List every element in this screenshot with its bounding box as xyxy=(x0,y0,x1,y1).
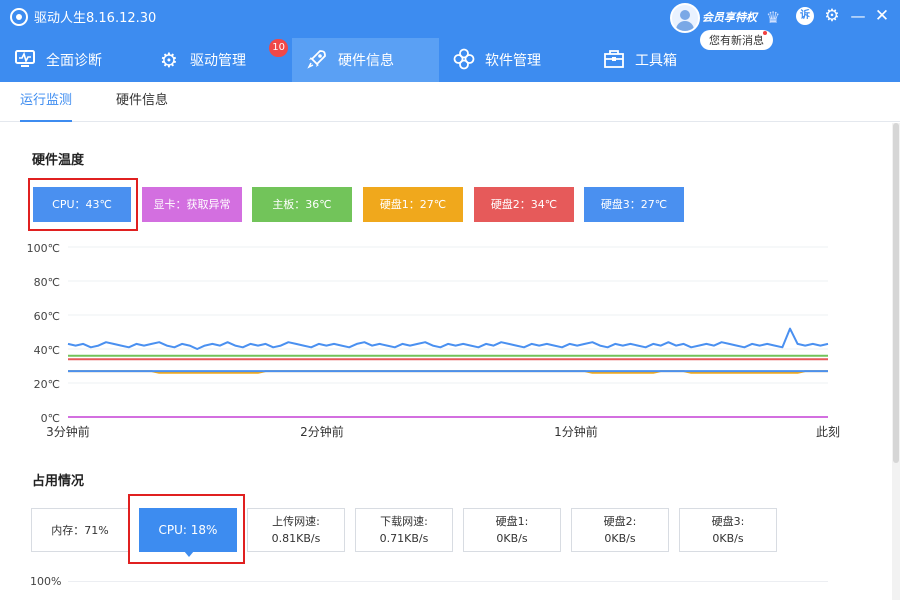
y-tick-label: 40℃ xyxy=(34,344,60,357)
crown-icon: ♛ xyxy=(766,8,781,27)
app-logo-icon xyxy=(10,7,28,26)
close-button[interactable]: ✕ xyxy=(872,6,892,26)
tab-hardware-info[interactable]: 硬件信息 xyxy=(116,82,168,122)
main-nav: 全面诊断 ⚙ 驱动管理 10 硬件信息 软件管理 工具箱 xyxy=(0,38,729,82)
nav-item-toolbox[interactable]: 工具箱 xyxy=(589,38,729,82)
usage-box-value: 0KB/s xyxy=(496,532,528,545)
app-title-text: 驱动人生8.16.12.30 xyxy=(34,11,157,26)
temp-chip-motherboard[interactable]: 主板：36℃ xyxy=(252,187,352,222)
update-count-badge: 10 xyxy=(269,39,288,57)
cpu-temp-highlight-box xyxy=(28,178,138,231)
usage-box-memory[interactable]: 内存：71% xyxy=(31,508,129,552)
sub-tabs: 运行监测 硬件信息 xyxy=(0,82,900,122)
usage-box-label: 硬盘3: xyxy=(711,515,745,528)
nav-item-hardware-info[interactable]: 硬件信息 xyxy=(292,38,439,82)
minimize-button[interactable]: — xyxy=(848,6,868,26)
nav-label: 全面诊断 xyxy=(46,53,102,69)
usage-box-disk1[interactable]: 硬盘1: 0KB/s xyxy=(463,508,561,552)
settings-gear-icon[interactable]: ⚙ xyxy=(822,6,842,26)
usage-chart-gridline xyxy=(68,581,828,582)
nav-item-full-diagnosis[interactable]: 全面诊断 xyxy=(0,38,144,82)
nav-label: 硬件信息 xyxy=(338,53,394,69)
usage-box-download[interactable]: 下载网速: 0.71KB/s xyxy=(355,508,453,552)
usage-section-title: 占用情况 xyxy=(32,474,85,489)
series-line-0 xyxy=(67,327,829,350)
y-tick-label: 0℃ xyxy=(41,412,60,425)
app-title: 驱动人生8.16.12.30 xyxy=(10,7,156,26)
complain-button[interactable]: 诉 xyxy=(796,7,814,25)
usage-box-value: 0.81KB/s xyxy=(271,532,321,545)
nav-item-driver-manage[interactable]: ⚙ 驱动管理 10 xyxy=(144,38,292,82)
usage-box-upload[interactable]: 上传网速: 0.81KB/s xyxy=(247,508,345,552)
x-tick-label: 此刻 xyxy=(816,425,840,439)
temp-chip-disk1[interactable]: 硬盘1：27℃ xyxy=(363,187,463,222)
x-tick-label: 1分钟前 xyxy=(554,424,598,439)
tab-runtime-monitor[interactable]: 运行监测 xyxy=(20,82,73,122)
usage-box-value: 0.71KB/s xyxy=(379,532,429,545)
rocket-icon xyxy=(306,48,328,73)
nav-label: 驱动管理 xyxy=(190,53,246,69)
usage-box-value: 0KB/s xyxy=(604,532,636,545)
gear-icon: ⚙ xyxy=(160,48,178,72)
temperature-chart: 100℃ 80℃ 60℃ 40℃ 20℃ 0℃ 3分钟前 2分钟前 1分钟前 此… xyxy=(27,242,840,439)
y-tick-label: 60℃ xyxy=(34,310,60,323)
usage-box-label: 内存：71% xyxy=(51,523,109,537)
usage-box-label: 下载网速: xyxy=(380,515,428,528)
usage-chart-y-label: 100% xyxy=(30,575,62,588)
y-tick-label: 20℃ xyxy=(34,378,60,391)
nav-label: 软件管理 xyxy=(485,53,541,69)
y-tick-label: 100℃ xyxy=(27,242,60,255)
title-bar: 驱动人生8.16.12.30 会员享特权 ♛ 您有新消息 诉 ⚙ — ✕ 全面诊… xyxy=(0,0,900,82)
vip-entry[interactable]: 会员享特权 ♛ xyxy=(670,2,790,33)
temperature-section-title: 硬件温度 xyxy=(32,153,85,168)
x-tick-label: 3分钟前 xyxy=(46,424,90,439)
flower-icon xyxy=(453,48,475,73)
x-tick-label: 2分钟前 xyxy=(300,424,344,439)
avatar[interactable] xyxy=(670,3,700,33)
usage-box-disk2[interactable]: 硬盘2: 0KB/s xyxy=(571,508,669,552)
monitor-icon xyxy=(14,49,36,72)
usage-box-label: 硬盘2: xyxy=(603,515,637,528)
usage-box-label: 上传网速: xyxy=(272,515,320,528)
vip-label: 会员享特权 xyxy=(702,11,757,24)
cpu-usage-highlight-box xyxy=(128,494,245,564)
usage-box-disk3[interactable]: 硬盘3: 0KB/s xyxy=(679,508,777,552)
temp-chip-disk3[interactable]: 硬盘3：27℃ xyxy=(584,187,684,222)
temp-chip-gpu[interactable]: 显卡：获取异常 xyxy=(142,187,242,222)
y-tick-label: 80℃ xyxy=(34,276,60,289)
temp-chip-disk2[interactable]: 硬盘2：34℃ xyxy=(474,187,574,222)
nav-label: 工具箱 xyxy=(635,53,677,69)
usage-box-label: 硬盘1: xyxy=(495,515,529,528)
usage-box-value: 0KB/s xyxy=(712,532,744,545)
toolbox-icon xyxy=(603,49,625,72)
nav-item-software-manage[interactable]: 软件管理 xyxy=(439,38,589,82)
